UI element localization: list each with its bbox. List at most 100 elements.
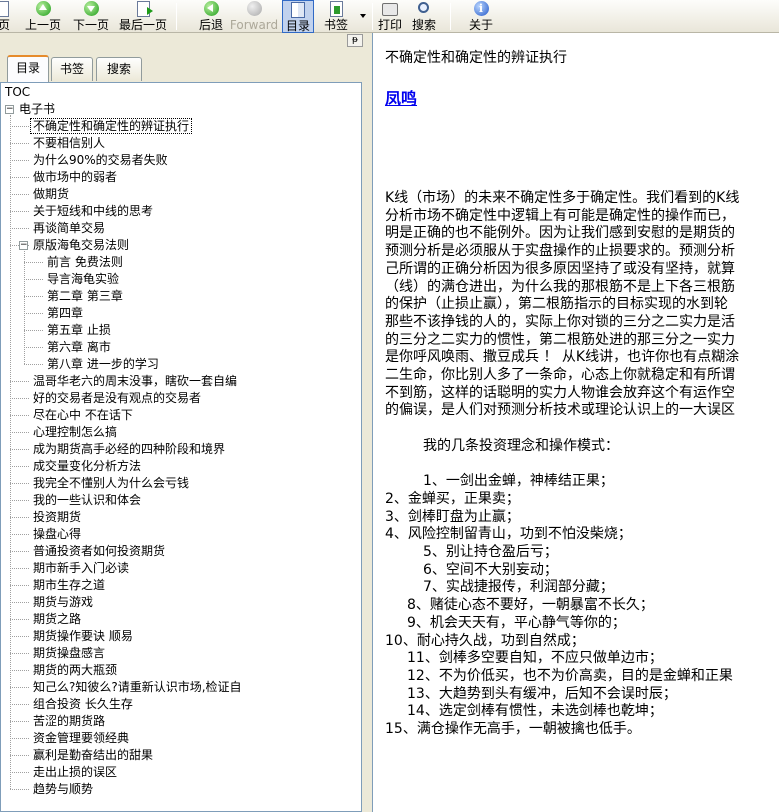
toc-item-label: 再谈简单交易 <box>33 221 106 235</box>
toc-item[interactable]: 成交量变化分析方法 <box>31 458 143 475</box>
toc-item[interactable]: 原版海龟交易法则 <box>31 237 131 254</box>
toc-subitem[interactable]: 第五章 止损 <box>45 322 113 339</box>
tree-connector <box>10 551 29 552</box>
toc-item[interactable]: 为什么90%的交易者失败 <box>31 152 170 169</box>
document-title: 不确定性和确定性的辨证执行 <box>385 50 567 66</box>
document-view[interactable]: 不确定性和确定性的辨证执行 凤鸣 K线（市场）的未来不确定性多于确定性。我们看到… <box>372 33 779 812</box>
print-button[interactable]: 打印 <box>376 0 404 33</box>
toc-item[interactable]: 期货操作要诀 顺易 <box>31 628 135 645</box>
toc-item-label: 成为期货高手必经的四种阶段和境界 <box>33 442 226 456</box>
toc-item-label: 我完全不懂别人为什么会亏钱 <box>33 476 190 490</box>
home-button-label: 页 <box>0 18 10 32</box>
text-line: 二生命，你比别人多了一条命，心态上你就稳定和有所谓 <box>385 367 735 383</box>
back-arrow-icon <box>203 1 219 17</box>
bookmark-dropdown-icon[interactable] <box>360 14 366 18</box>
toc-subitem[interactable]: 第二章 第三章 <box>45 288 125 305</box>
toc-subitem-label: 第二章 第三章 <box>47 289 123 303</box>
forward-button[interactable]: Forward <box>229 0 279 33</box>
toc-item[interactable]: 期货之路 <box>31 611 83 628</box>
text-line: 的三分之二实力的惯性，第二根筋处进的那三分之一实力 <box>385 331 735 348</box>
arrow-up-icon <box>35 1 51 17</box>
tree-connector <box>10 687 29 688</box>
forward-label: Forward <box>229 18 279 32</box>
collapse-icon[interactable]: − <box>19 241 28 250</box>
about-button[interactable]: i 关于 <box>467 0 495 33</box>
toc-item[interactable]: 走出止损的误区 <box>31 764 119 781</box>
tree-connector <box>10 755 29 756</box>
toc-item[interactable]: 投资期货 <box>31 509 83 526</box>
tree-root-label[interactable]: TOC <box>3 84 32 101</box>
toc-subitem[interactable]: 第八章 进一步的学习 <box>45 356 161 373</box>
next-page-label: 下一页 <box>72 18 109 32</box>
previous-page-button[interactable]: 上一页 <box>22 0 64 33</box>
last-page-button[interactable]: 最后一页 <box>117 0 169 33</box>
toc-item[interactable]: 成为期货高手必经的四种阶段和境界 <box>31 441 227 458</box>
toc-item[interactable]: 不确定性和确定性的辨证执行 <box>29 118 193 135</box>
toc-button[interactable]: 目录 <box>282 0 314 33</box>
toc-item[interactable]: 关于短线和中线的思考 <box>31 203 155 220</box>
toc-tree[interactable]: TOC 电子书 − 不确定性和确定性的辨证执行 不要相信别人 为什么90%的交易者失败 做市… <box>0 82 362 812</box>
toc-item[interactable]: 期市新手入门必读 <box>31 560 131 577</box>
toc-item[interactable]: 操盘心得 <box>31 526 83 543</box>
toc-subitem[interactable]: 前言 免费法则 <box>45 254 125 271</box>
toc-item[interactable]: 普通投资者如何投资期货 <box>31 543 167 560</box>
toc-item[interactable]: 期货的两大瓶颈 <box>31 662 119 679</box>
toc-item-label: 期市新手入门必读 <box>33 561 130 575</box>
pin-icon[interactable]: ᵽ <box>347 34 363 47</box>
toc-item[interactable]: 趋势与顺势 <box>31 781 95 798</box>
toc-item[interactable]: 期市生存之道 <box>31 577 107 594</box>
toc-item[interactable]: 做期货 <box>31 186 71 203</box>
toc-subitem[interactable]: 导言海龟实验 <box>45 271 121 288</box>
toc-item-label: 组合投资 长久生存 <box>33 697 133 711</box>
collapse-icon[interactable]: − <box>5 105 14 114</box>
toc-item[interactable]: 心理控制怎么搞 <box>31 424 119 441</box>
toc-item[interactable]: 我的一些认识和体会 <box>31 492 143 509</box>
tree-connector <box>10 483 29 484</box>
toc-item[interactable]: 我完全不懂别人为什么会亏钱 <box>31 475 191 492</box>
search-button[interactable]: 搜索 <box>410 0 438 33</box>
toc-item-label: 趋势与顺势 <box>33 782 94 796</box>
home-button[interactable]: 页 <box>0 0 16 33</box>
tree-book-node[interactable]: 电子书 <box>17 101 57 118</box>
text-line: 15、满仓操作无高手，一朝被擒也低手。 <box>385 721 641 737</box>
toc-item[interactable]: 期货与游戏 <box>31 594 95 611</box>
toc-item[interactable]: 好的交易者是没有观点的交易者 <box>31 390 203 407</box>
toc-item[interactable]: 不要相信别人 <box>31 135 107 152</box>
toc-item[interactable]: 赢利是勤奋结出的甜果 <box>31 747 155 764</box>
text-line: 预测分析是必须服从于实盘操作的止损要求的。预测分析 <box>385 243 735 260</box>
tab-toc[interactable]: 目录 <box>7 55 49 82</box>
main-toolbar: 页 上一页 下一页 最后一页 后退 Forward 目录 书签 打印 搜索 i <box>0 0 779 33</box>
printer-icon <box>382 1 398 17</box>
toc-item[interactable]: 苦涩的期货路 <box>31 713 107 730</box>
toc-item[interactable]: 资金管理要领经典 <box>31 730 131 747</box>
text-line: 12、不为价低买，也不为价高卖，目的是金蝉和正果 <box>407 667 733 684</box>
tree-root-text: TOC <box>5 85 31 99</box>
tree-connector <box>10 772 29 773</box>
next-page-button[interactable]: 下一页 <box>70 0 112 33</box>
toc-label: 目录 <box>285 19 310 33</box>
toc-item[interactable]: 做市场中的弱者 <box>31 169 119 186</box>
tree-connector <box>10 211 29 212</box>
bookmark-button[interactable]: 书签 <box>320 0 352 33</box>
toc-item[interactable]: 知己么?知彼么?请重新认识市场,检证自 <box>31 679 244 696</box>
toc-item[interactable]: 再谈简单交易 <box>31 220 107 237</box>
toc-item-label: 走出止损的误区 <box>33 765 118 779</box>
toc-item-label: 期货操盘感言 <box>33 646 106 660</box>
toc-subitem[interactable]: 第四章 <box>45 305 85 322</box>
toc-item-label: 好的交易者是没有观点的交易者 <box>33 391 202 405</box>
toc-item[interactable]: 期货操盘感言 <box>31 645 107 662</box>
tree-connector <box>24 364 43 365</box>
tree-connector <box>10 721 29 722</box>
author-link[interactable]: 凤鸣 <box>385 85 417 109</box>
text-line: 2、金蝉买，正果卖； <box>385 490 520 507</box>
toc-subitem-label: 第八章 进一步的学习 <box>47 357 159 371</box>
toc-item[interactable]: 尽在心中 不在话下 <box>31 407 135 424</box>
toc-item[interactable]: 温哥华老六的周末没事，瞎砍一套自编 <box>31 373 239 390</box>
tab-search[interactable]: 搜索 <box>96 57 142 81</box>
tree-connector <box>10 653 29 654</box>
tab-bookmarks[interactable]: 书签 <box>51 57 93 81</box>
text-line: 我的几条投资理念和操作模式： <box>423 437 619 454</box>
toc-subitem[interactable]: 第六章 离市 <box>45 339 113 356</box>
toc-item[interactable]: 组合投资 长久生存 <box>31 696 135 713</box>
back-button[interactable]: 后退 <box>194 0 228 33</box>
